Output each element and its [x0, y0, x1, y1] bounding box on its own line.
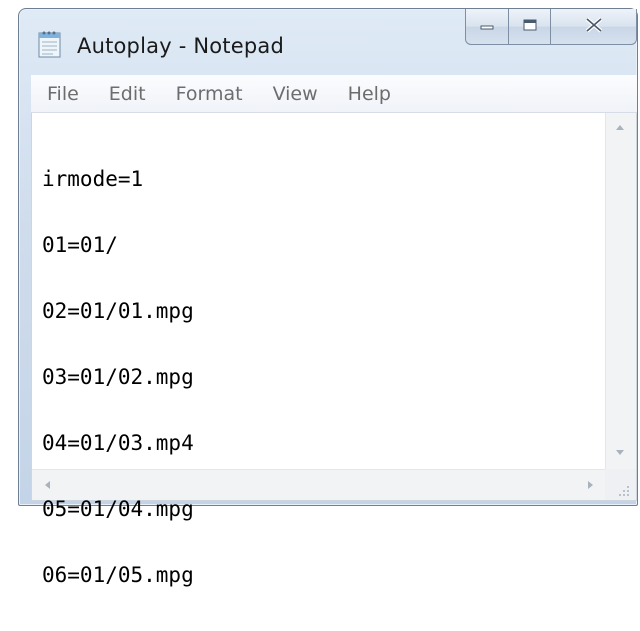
close-icon: [584, 16, 604, 37]
text-line: 02=01/01.mpg: [42, 299, 194, 323]
resize-grip-icon: [618, 482, 630, 496]
menu-view[interactable]: View: [256, 83, 331, 105]
menu-help[interactable]: Help: [331, 83, 404, 105]
text-line: 03=01/02.mpg: [42, 365, 194, 389]
scroll-right-icon[interactable]: [588, 481, 593, 489]
menu-bar: File Edit Format View Help: [31, 75, 637, 113]
text-line: 05=01/04.mpg: [42, 497, 194, 521]
editor-area: irmode=1 01=01/ 02=01/01.mpg 03=01/02.mp…: [31, 113, 637, 586]
close-button[interactable]: [551, 9, 637, 45]
maximize-icon: [522, 17, 538, 36]
minimize-button[interactable]: [465, 9, 509, 45]
text-line: 01=01/: [42, 233, 118, 257]
notepad-icon: [37, 29, 63, 59]
size-grip[interactable]: [605, 469, 636, 500]
caption-buttons: [465, 9, 637, 47]
text-line: 04=01/03.mp4: [42, 431, 194, 455]
horizontal-scrollbar[interactable]: [32, 469, 607, 500]
text-line: 06=01/05.mpg: [42, 563, 194, 587]
menu-edit[interactable]: Edit: [92, 83, 159, 105]
maximize-button[interactable]: [509, 9, 551, 45]
scroll-up-icon[interactable]: [616, 125, 624, 130]
title-bar[interactable]: Autoplay - Notepad: [19, 9, 637, 71]
text-line: irmode=1: [42, 167, 144, 191]
text-editor[interactable]: irmode=1 01=01/ 02=01/01.mpg 03=01/02.mp…: [32, 113, 607, 586]
scroll-left-icon[interactable]: [45, 481, 50, 489]
minimize-icon: [479, 17, 495, 36]
menu-format[interactable]: Format: [159, 83, 256, 105]
scroll-down-icon[interactable]: [616, 450, 624, 455]
window-title: Autoplay - Notepad: [77, 34, 284, 58]
vertical-scrollbar[interactable]: [605, 113, 636, 469]
notepad-window: Autoplay - Notepad File Edit Format View…: [18, 8, 638, 586]
menu-file[interactable]: File: [31, 83, 92, 105]
